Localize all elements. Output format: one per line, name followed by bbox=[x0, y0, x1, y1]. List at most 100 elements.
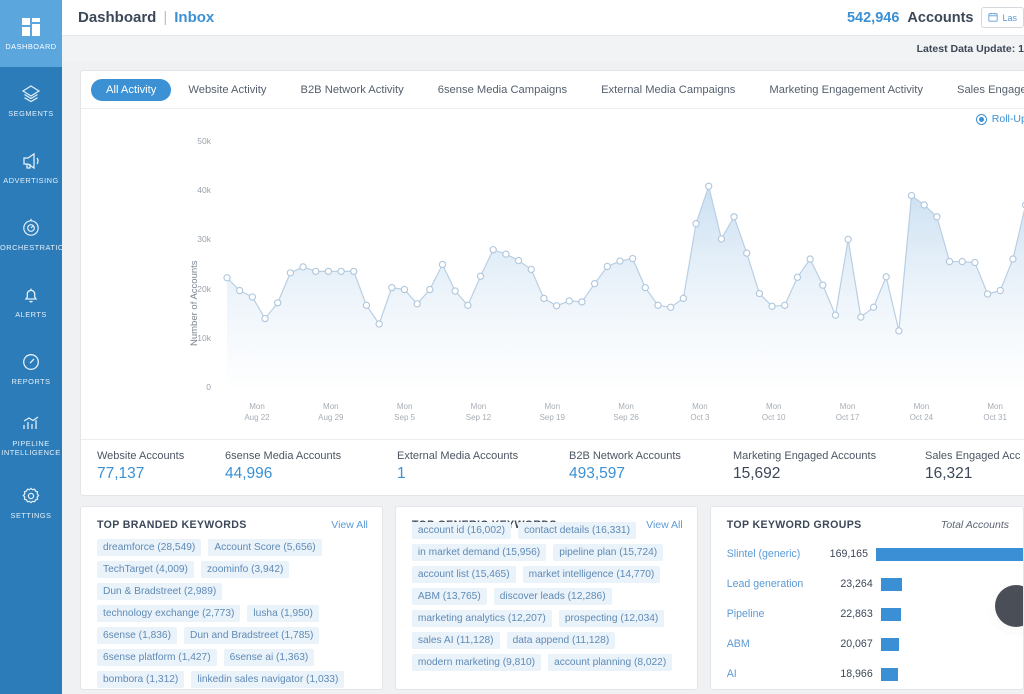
keyword-chip[interactable]: pipeline plan (15,724) bbox=[553, 544, 664, 561]
chart-point[interactable] bbox=[426, 285, 434, 294]
tab-website-activity[interactable]: Website Activity bbox=[171, 79, 283, 101]
chart-point[interactable] bbox=[1009, 255, 1017, 263]
keyword-chip[interactable]: lusha (1,950) bbox=[247, 605, 319, 622]
chart-point[interactable] bbox=[236, 286, 244, 295]
keyword-chip[interactable]: account id (16,002) bbox=[411, 522, 512, 539]
chart-point[interactable] bbox=[793, 273, 802, 281]
chart-point[interactable] bbox=[717, 235, 726, 243]
chart-point[interactable] bbox=[895, 327, 903, 335]
keyword-chip[interactable]: 6sense platform (1,427) bbox=[97, 649, 217, 666]
chart-point[interactable] bbox=[299, 263, 307, 271]
keyword-chip[interactable]: ABM (13,765) bbox=[411, 588, 487, 605]
keyword-chip[interactable]: sales AI (11,128) bbox=[411, 632, 500, 649]
tab-6sense-media-campaigns[interactable]: 6sense Media Campaigns bbox=[421, 79, 584, 101]
keyword-chip[interactable]: discover leads (12,286) bbox=[493, 588, 612, 605]
chart-point[interactable] bbox=[616, 257, 624, 265]
chart-point[interactable] bbox=[274, 299, 282, 307]
sidebar-item-pipeline-intelligence[interactable]: PIPELINE INTELLIGENCE bbox=[0, 402, 62, 469]
chart-point[interactable] bbox=[971, 258, 979, 267]
sidebar-item-advertising[interactable]: ADVERTISING bbox=[0, 134, 62, 201]
chart-point[interactable] bbox=[312, 267, 320, 276]
tab-sales-engagement-activity[interactable]: Sales Engagement Activity bbox=[940, 79, 1024, 101]
keyword-chip[interactable]: TechTarget (4,009) bbox=[97, 561, 194, 578]
chart-point[interactable] bbox=[882, 273, 890, 281]
chart-point[interactable] bbox=[806, 255, 814, 263]
tab-b2b-network-activity[interactable]: B2B Network Activity bbox=[284, 79, 421, 101]
chart-point[interactable] bbox=[451, 287, 459, 295]
chart-point[interactable] bbox=[933, 213, 941, 221]
sidebar-item-orchestration[interactable]: ORCHESTRATION bbox=[0, 201, 62, 268]
chart-point[interactable] bbox=[844, 235, 852, 244]
chart-point[interactable] bbox=[527, 265, 535, 274]
chart-point[interactable] bbox=[768, 302, 776, 310]
chart-point[interactable] bbox=[388, 283, 396, 292]
chart-point[interactable] bbox=[261, 314, 269, 323]
chart-point[interactable] bbox=[464, 301, 472, 309]
chart-point[interactable] bbox=[578, 298, 586, 306]
keyword-group-row[interactable]: AI 18,966 bbox=[727, 659, 1023, 689]
keyword-chip[interactable]: data append (11,128) bbox=[506, 632, 616, 649]
keyword-group-row[interactable]: Slintel (generic) 169,165 bbox=[727, 539, 1023, 569]
chart-point[interactable] bbox=[819, 281, 827, 289]
chart-point[interactable] bbox=[996, 286, 1004, 295]
breadcrumb-inbox[interactable]: Inbox bbox=[174, 9, 214, 26]
keyword-chip[interactable]: account planning (8,022) bbox=[548, 654, 673, 671]
radio-rollup[interactable]: Roll-Up bbox=[975, 113, 1024, 125]
chart-point[interactable] bbox=[603, 262, 611, 271]
keyword-chip[interactable]: account list (15,465) bbox=[411, 566, 516, 583]
chart-point[interactable] bbox=[641, 283, 649, 292]
sidebar-item-settings[interactable]: SETTINGS bbox=[0, 469, 62, 536]
keyword-chip[interactable]: prospecting (12,034) bbox=[558, 610, 665, 627]
chart-point[interactable] bbox=[667, 303, 675, 311]
chart-point[interactable] bbox=[743, 249, 751, 257]
keyword-chip[interactable]: in market demand (15,956) bbox=[411, 544, 547, 561]
keyword-chip[interactable]: modern marketing (9,810) bbox=[411, 654, 542, 671]
chart-point[interactable] bbox=[350, 267, 358, 276]
keyword-chip[interactable]: contact details (16,331) bbox=[518, 522, 636, 539]
keyword-chip[interactable]: market intelligence (14,770) bbox=[522, 566, 661, 583]
chart-point[interactable] bbox=[362, 301, 371, 309]
view-all-generic-link[interactable]: View All bbox=[646, 519, 683, 531]
tab-marketing-engagement-activity[interactable]: Marketing Engagement Activity bbox=[752, 79, 940, 101]
chart-point[interactable] bbox=[248, 293, 257, 301]
chart-point[interactable] bbox=[730, 213, 738, 221]
keyword-chip[interactable]: Account Score (5,656) bbox=[208, 539, 322, 556]
chart-point[interactable] bbox=[514, 256, 523, 265]
chart-point[interactable] bbox=[628, 254, 637, 263]
chart-point[interactable] bbox=[223, 274, 231, 282]
chart-point[interactable] bbox=[590, 280, 599, 288]
keyword-group-row[interactable]: ABM 20,067 bbox=[727, 629, 1023, 659]
chart-point[interactable] bbox=[958, 257, 966, 266]
chart-point[interactable] bbox=[857, 313, 865, 321]
keyword-chip[interactable]: marketing analytics (12,207) bbox=[411, 610, 552, 627]
chart-point[interactable] bbox=[679, 294, 688, 303]
keyword-chip[interactable]: 6sense (1,836) bbox=[97, 627, 177, 644]
keyword-chip[interactable]: dreamforce (28,549) bbox=[97, 539, 202, 556]
sidebar-item-alerts[interactable]: ALERTS bbox=[0, 268, 62, 335]
tab-external-media-campaigns[interactable]: External Media Campaigns bbox=[584, 79, 752, 101]
chart-point[interactable] bbox=[705, 182, 713, 190]
chart-point[interactable] bbox=[540, 294, 548, 303]
chart-point[interactable] bbox=[781, 301, 789, 309]
chart-point[interactable] bbox=[869, 303, 878, 311]
view-all-branded-link[interactable]: View All bbox=[331, 519, 368, 531]
tab-all-activity[interactable]: All Activity bbox=[91, 78, 172, 101]
chart-point[interactable] bbox=[945, 257, 954, 266]
chart-point[interactable] bbox=[324, 267, 333, 276]
chart-point[interactable] bbox=[476, 272, 485, 280]
sidebar-item-segments[interactable]: SEGMENTS bbox=[0, 67, 62, 134]
chart-point[interactable] bbox=[337, 267, 345, 276]
sidebar-item-reports[interactable]: REPORTS bbox=[0, 335, 62, 402]
chart-point[interactable] bbox=[489, 246, 497, 254]
chart-point[interactable] bbox=[831, 311, 840, 319]
keyword-group-row[interactable]: Pipeline 22,863 bbox=[727, 599, 1023, 629]
date-range-picker[interactable]: Las bbox=[981, 7, 1024, 28]
chart-point[interactable] bbox=[375, 320, 383, 328]
chart-point[interactable] bbox=[286, 269, 295, 277]
keyword-chip[interactable]: zoominfo (3,942) bbox=[200, 561, 290, 578]
chart-point[interactable] bbox=[692, 220, 700, 228]
chart-point[interactable] bbox=[983, 290, 992, 298]
chart-point[interactable] bbox=[502, 250, 510, 258]
chart-point[interactable] bbox=[552, 302, 561, 310]
chart-point[interactable] bbox=[907, 191, 916, 200]
